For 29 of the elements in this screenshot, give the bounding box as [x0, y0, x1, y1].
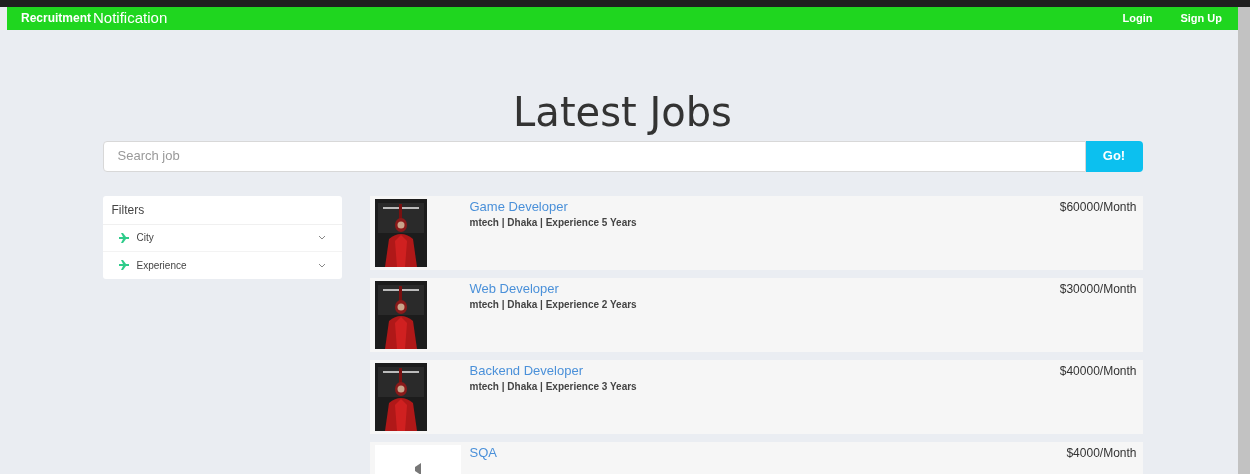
- filter-label: Experience: [136, 258, 187, 273]
- job-details: mtech | Dhaka | Experience 5 Years: [469, 215, 637, 230]
- filters-title: Filters: [102, 195, 342, 225]
- job-details: mtech | Dhaka | Experience 3 Years: [469, 379, 637, 394]
- job-salary: $30000/Month: [1059, 280, 1137, 298]
- brand-name: Notification: [93, 8, 168, 28]
- search-field[interactable]: Search job: [102, 140, 1086, 172]
- filter-item[interactable]: City: [102, 224, 342, 252]
- job-title[interactable]: SQA: [469, 444, 497, 461]
- filter-item[interactable]: Experience: [102, 251, 342, 279]
- job-card[interactable]: Backend Developer mtech | Dhaka | Experience 3 Years $40000/Month: [369, 359, 1143, 434]
- filter-label: City: [136, 231, 154, 245]
- job-title[interactable]: Backend Developer: [469, 362, 637, 379]
- job-title[interactable]: Web Developer: [469, 280, 637, 297]
- job-salary: $4000/Month: [1066, 444, 1137, 462]
- job-details: mtech | Dhaka | Experience 2 Years: [469, 297, 637, 312]
- job-card[interactable]: Game Developer mtech | Dhaka | Experience 5 Years $60000/Month: [369, 195, 1143, 270]
- airplane-icon: [118, 232, 129, 243]
- job-card[interactable]: SQA $4000/Month: [369, 441, 1143, 474]
- nav-link[interactable]: Sign Up: [1180, 10, 1222, 27]
- brand-bold: Recruitment: [21, 10, 91, 28]
- job-card[interactable]: Web Developer mtech | Dhaka | Experience 2 Years $30000/Month: [369, 277, 1143, 352]
- go-button[interactable]: Go!: [1085, 140, 1143, 172]
- nav-link[interactable]: Login: [1122, 10, 1153, 27]
- page-heading: Latest Jobs: [513, 87, 732, 137]
- job-salary: $60000/Month: [1059, 198, 1137, 216]
- job-title[interactable]: Game Developer: [469, 198, 637, 215]
- airplane-icon: [118, 260, 129, 270]
- job-salary: $40000/Month: [1059, 362, 1137, 380]
